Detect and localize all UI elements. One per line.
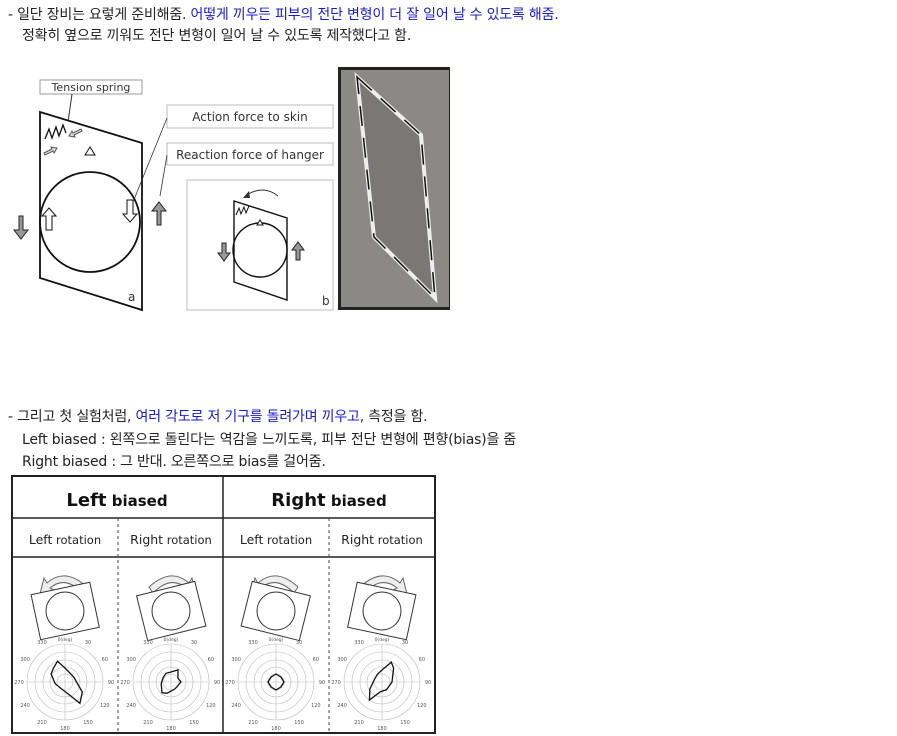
polar-zero-label: 0(deg) xyxy=(58,637,73,643)
action-force-label: Action force to skin xyxy=(192,110,307,124)
polar-angle-label: 240 xyxy=(20,703,30,709)
polar-angle-label: 210 xyxy=(354,720,364,726)
polar-angle-label: 150 xyxy=(83,720,93,726)
polar-angle-label: 150 xyxy=(400,720,410,726)
polar-angle-label: 330 xyxy=(37,640,47,646)
polar-angle-label: 60 xyxy=(419,657,425,663)
experiment-text: - 그리고 첫 실험처럼, xyxy=(8,409,136,425)
experiment-highlight: 여러 각도로 저 기구를 돌려가며 끼우고 xyxy=(135,409,360,425)
polar-angle-label: 120 xyxy=(100,703,110,709)
polar-angle-label: 90 xyxy=(425,680,431,686)
bias-results-figure: Left biased Right biased Left rotation Ri… xyxy=(11,475,436,734)
polar-angle-label: 210 xyxy=(37,720,47,726)
polar-angle-label: 300 xyxy=(231,657,241,663)
polar-angle-label: 120 xyxy=(311,703,321,709)
polar-angle-label: 300 xyxy=(337,657,347,663)
polar-angle-label: 30 xyxy=(402,640,408,646)
experiment-line-1: - 그리고 첫 실험처럼, 여러 각도로 저 기구를 돌려가며 끼우고, 측정을… xyxy=(8,406,428,426)
down-arrow-icon xyxy=(12,215,30,240)
left-biased-description: Left biased : 왼쪽으로 돌린다는 역감을 느끼도록, 피부 전단 … xyxy=(22,432,517,448)
polar-angle-label: 60 xyxy=(102,657,108,663)
polar-angle-label: 90 xyxy=(214,680,220,686)
header-right-biased: Right biased xyxy=(271,490,386,511)
polar-angle-label: 330 xyxy=(248,640,258,646)
polar-zero-label: 0(deg) xyxy=(375,637,390,643)
reaction-force-label: Reaction force of hanger xyxy=(176,148,324,162)
polar-angle-label: 330 xyxy=(143,640,153,646)
intro-line-2: 정확히 옆으로 끼워도 전단 변형이 일어 날 수 있도록 제작했다고 함. xyxy=(22,28,412,44)
polar-angle-label: 180 xyxy=(60,726,70,732)
intro-text: - 일단 장비는 요렇게 준비해줌. xyxy=(8,7,191,23)
polar-angle-label: 30 xyxy=(296,640,302,646)
up-arrow-icon xyxy=(150,201,168,226)
polar-angle-label: 240 xyxy=(231,703,241,709)
polar-angle-label: 300 xyxy=(20,657,30,663)
polar-angle-label: 270 xyxy=(331,680,341,686)
polar-angle-label: 60 xyxy=(313,657,319,663)
polar-angle-label: 240 xyxy=(337,703,347,709)
device-figure: Tension spring a Action force to skin Re… xyxy=(12,67,450,312)
polar-angle-label: 120 xyxy=(206,703,216,709)
polar-angle-label: 330 xyxy=(354,640,364,646)
panel-a-label: a xyxy=(128,290,135,304)
subheader-0: Left rotation xyxy=(29,532,101,547)
polar-angle-label: 270 xyxy=(120,680,130,686)
polar-angle-label: 90 xyxy=(319,680,325,686)
polar-angle-label: 270 xyxy=(14,680,24,686)
right-biased-description: Right biased : 그 반대. 오른쪽으로 bias를 걸어줌. xyxy=(22,454,326,470)
frame-b xyxy=(233,200,288,301)
panel-b-label: b xyxy=(322,294,330,308)
polar-zero-label: 0(deg) xyxy=(164,637,179,643)
polar-angle-label: 240 xyxy=(126,703,136,709)
subheader-3: Right rotation xyxy=(341,532,423,547)
polar-angle-label: 150 xyxy=(189,720,199,726)
polar-angle-label: 30 xyxy=(191,640,197,646)
intro-line-1: - 일단 장비는 요렇게 준비해줌. 어떻게 끼우든 피부의 전단 변형이 더 … xyxy=(8,4,559,24)
polar-angle-label: 300 xyxy=(126,657,136,663)
polar-angle-label: 180 xyxy=(377,726,387,732)
polar-angle-label: 30 xyxy=(85,640,91,646)
polar-zero-label: 0(deg) xyxy=(269,637,284,643)
polar-angle-label: 180 xyxy=(166,726,176,732)
polar-angle-label: 90 xyxy=(108,680,114,686)
polar-angle-label: 270 xyxy=(225,680,235,686)
experiment-text-suffix: , 측정을 함. xyxy=(359,409,428,425)
polar-angle-label: 210 xyxy=(248,720,258,726)
polar-angle-label: 180 xyxy=(271,726,281,732)
polar-angle-label: 120 xyxy=(417,703,427,709)
polar-angle-label: 150 xyxy=(294,720,304,726)
header-left-biased: Left biased xyxy=(66,490,167,511)
polar-angle-label: 60 xyxy=(208,657,214,663)
device-photo xyxy=(338,67,450,310)
polar-angle-label: 210 xyxy=(143,720,153,726)
tension-spring-label: Tension spring xyxy=(51,81,131,94)
subheader-2: Left rotation xyxy=(240,532,312,547)
subheader-1: Right rotation xyxy=(130,532,212,547)
intro-highlight: 어떻게 끼우든 피부의 전단 변형이 더 잘 일어 날 수 있도록 해줌. xyxy=(190,7,559,23)
